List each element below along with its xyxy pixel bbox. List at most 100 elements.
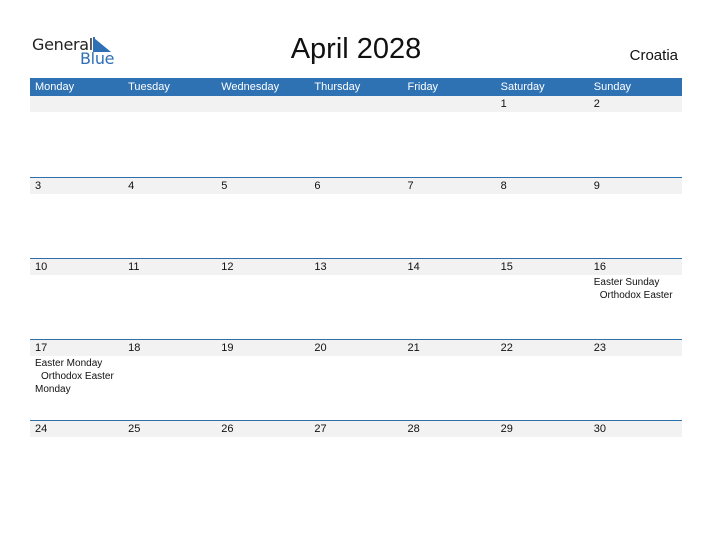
holiday-label: Orthodox Easter	[41, 371, 114, 382]
day-number: 9	[593, 180, 600, 192]
day-number: 15	[500, 261, 513, 273]
day-events	[403, 112, 496, 113]
day-number: 29	[500, 423, 513, 435]
day-number: 8	[500, 180, 507, 192]
week-row: 17 18 19 20 21 22 23 Easter Monday Orthodox East…	[30, 339, 682, 420]
day-events	[30, 194, 123, 195]
day-number: 25	[128, 423, 141, 435]
day-events	[496, 356, 589, 396]
day-number: 19	[221, 342, 234, 354]
day-events	[309, 112, 402, 113]
day-number: 21	[407, 342, 420, 354]
day-number: 3	[35, 180, 42, 192]
day-number: 17	[35, 342, 48, 354]
day-number: 13	[314, 261, 327, 273]
day-number: 26	[221, 423, 234, 435]
weekday-saturday: Saturday	[500, 81, 545, 93]
day-events	[123, 275, 216, 302]
date-strip: 12	[30, 96, 682, 112]
day-events	[589, 112, 682, 113]
day-events	[496, 275, 589, 302]
day-events	[589, 194, 682, 195]
events-row	[30, 112, 682, 113]
day-events	[30, 112, 123, 113]
day-number: 11	[128, 261, 140, 273]
weekday-sunday: Sunday	[593, 81, 632, 93]
day-events	[123, 356, 216, 396]
day-number: 4	[128, 180, 135, 192]
events-row	[30, 437, 682, 438]
date-strip: 24 25 26 27 28 29 30	[30, 421, 682, 437]
day-events	[216, 194, 309, 195]
day-events	[403, 437, 496, 438]
day-number	[403, 96, 496, 112]
day-events	[496, 112, 589, 113]
day-events	[216, 112, 309, 113]
day-number	[309, 96, 402, 112]
day-events	[309, 437, 402, 438]
weekday-friday: Friday	[407, 81, 439, 93]
day-events	[30, 275, 123, 302]
weekday-monday: Monday	[35, 81, 75, 93]
day-number: 10	[35, 261, 48, 273]
day-number	[216, 96, 309, 112]
day-number: 18	[128, 342, 141, 354]
week-row: 3 4 5 6 7 8 9	[30, 177, 682, 258]
date-strip: 10 11 12 13 14 15 16	[30, 259, 682, 275]
day-number	[123, 96, 216, 112]
day-events	[216, 275, 309, 302]
country-label: Croatia	[629, 47, 678, 64]
day-events	[309, 194, 402, 195]
day-events	[216, 437, 309, 438]
day-number: 23	[593, 342, 606, 354]
holiday-label: Orthodox Easter	[599, 290, 673, 301]
day-number: 7	[407, 180, 414, 192]
events-row	[30, 194, 682, 195]
events-row: Easter Monday Orthodox Easter Monday	[30, 356, 682, 396]
day-events	[496, 194, 589, 195]
weekday-thursday: Thursday	[314, 81, 361, 93]
holiday-label: Monday	[35, 384, 71, 395]
day-events	[309, 356, 402, 396]
day-number: 1	[500, 98, 507, 110]
week-row: 12	[30, 96, 682, 177]
day-number: 14	[407, 261, 420, 273]
day-number: 5	[221, 180, 228, 192]
day-events	[403, 194, 496, 195]
day-events	[403, 275, 496, 302]
calendar-title: April 2028	[290, 33, 422, 65]
day-events	[309, 275, 402, 302]
day-number	[30, 96, 123, 112]
holiday-label: Easter Sunday	[593, 277, 660, 288]
weekday-header-row: Monday Tuesday Wednesday Thursday Friday…	[30, 78, 682, 96]
day-number: 24	[35, 423, 48, 435]
day-number: 30	[593, 423, 606, 435]
day-events	[589, 437, 682, 438]
day-events	[123, 112, 216, 113]
day-events	[589, 356, 682, 396]
day-number: 20	[314, 342, 327, 354]
day-events	[496, 437, 589, 438]
week-row: 10 11 12 13 14 15 16 Easter Sunday Orthodox East…	[30, 258, 682, 339]
calendar-grid: Monday Tuesday Wednesday Thursday Friday…	[30, 78, 682, 501]
week-row: 24 25 26 27 28 29 30	[30, 420, 682, 501]
weeks-container: 1 2 3 4 5 6 7 8 9 10 11 12 13 14 15 16 Easter Sunday Orth…	[30, 96, 682, 501]
events-row: Easter Sunday Orthodox Easter	[30, 275, 682, 302]
day-events: Easter Monday Orthodox Easter Monday	[30, 356, 123, 396]
day-number: 27	[314, 423, 327, 435]
date-strip: 3 4 5 6 7 8 9	[30, 178, 682, 194]
holiday-label: Easter Monday	[35, 358, 103, 369]
weekday-wednesday: Wednesday	[221, 81, 280, 93]
date-strip: 17 18 19 20 21 22 23	[30, 340, 682, 356]
day-number: 16	[593, 261, 606, 273]
day-number: 12	[221, 261, 234, 273]
day-events	[403, 356, 496, 396]
day-events: Easter Sunday Orthodox Easter	[589, 275, 682, 302]
day-events	[123, 437, 216, 438]
weekday-tuesday: Tuesday	[128, 81, 170, 93]
day-number: 28	[407, 423, 420, 435]
day-number: 22	[500, 342, 513, 354]
day-events	[30, 437, 123, 438]
day-events	[216, 356, 309, 396]
day-events	[123, 194, 216, 195]
